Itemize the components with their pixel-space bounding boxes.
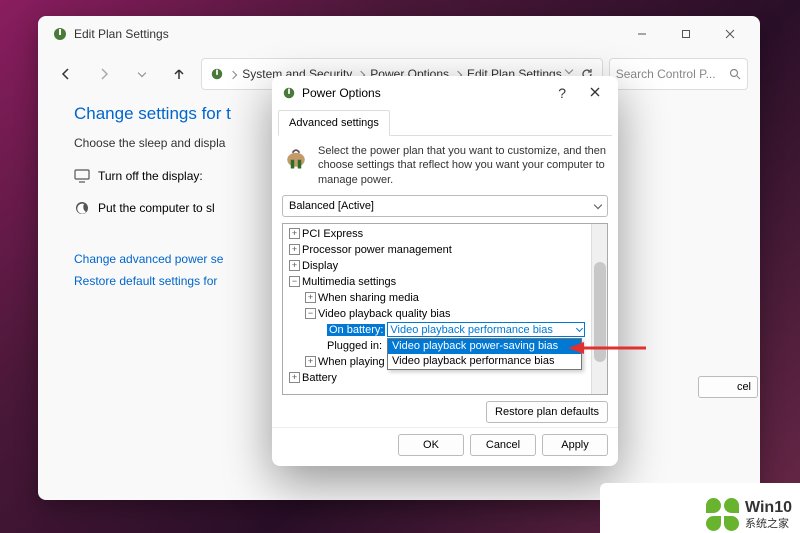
tree-when-playing[interactable]: When playing vi xyxy=(318,356,396,368)
dropdown-option[interactable]: Video playback power-saving bias xyxy=(388,339,581,354)
window-title: Edit Plan Settings xyxy=(74,27,169,41)
display-timeout-label: Turn off the display: xyxy=(98,169,203,183)
window-titlebar: Edit Plan Settings xyxy=(38,16,760,52)
annotation-arrow xyxy=(568,340,648,356)
cancel-button[interactable]: Cancel xyxy=(470,434,536,456)
dialog-body: Select the power plan that you want to c… xyxy=(272,136,618,427)
breadcrumb-dropdown[interactable] xyxy=(564,66,572,74)
sleep-icon xyxy=(74,200,90,216)
tree-sharing-media[interactable]: When sharing media xyxy=(318,292,419,304)
close-button[interactable] xyxy=(708,19,752,49)
help-button[interactable]: ? xyxy=(548,85,576,101)
on-battery-value: Video playback performance bias xyxy=(390,324,573,336)
power-plan-icon xyxy=(282,144,310,172)
tab-advanced-settings[interactable]: Advanced settings xyxy=(278,110,390,136)
expand-toggle[interactable]: + xyxy=(289,244,300,255)
expand-toggle[interactable]: + xyxy=(305,292,316,303)
on-battery-dropdown[interactable]: Video playback power-saving bias Video p… xyxy=(387,338,582,370)
chevron-down-icon xyxy=(576,325,583,332)
power-options-icon xyxy=(210,67,224,81)
search-input[interactable]: Search Control P... xyxy=(609,58,748,90)
dialog-titlebar: Power Options ? xyxy=(272,76,618,110)
display-icon xyxy=(74,168,90,184)
sleep-timeout-label: Put the computer to sl xyxy=(98,201,215,215)
expand-toggle[interactable]: + xyxy=(289,372,300,383)
tree-pci-express[interactable]: PCI Express xyxy=(302,228,363,240)
forward-button[interactable] xyxy=(88,58,120,90)
dialog-close-button[interactable] xyxy=(582,84,608,102)
apply-button[interactable]: Apply xyxy=(542,434,608,456)
plugged-in-label[interactable]: Plugged in: xyxy=(327,340,382,352)
plan-selected-value: Balanced [Active] xyxy=(289,200,374,212)
watermark: Win10 系统之家 xyxy=(706,498,792,531)
dropdown-option[interactable]: Video playback performance bias xyxy=(388,354,581,369)
power-options-icon xyxy=(282,86,296,100)
on-battery-label[interactable]: On battery: xyxy=(327,324,385,336)
expand-toggle[interactable]: + xyxy=(289,228,300,239)
dialog-title: Power Options xyxy=(302,86,381,100)
collapse-toggle[interactable]: − xyxy=(289,276,300,287)
ok-button[interactable]: OK xyxy=(398,434,464,456)
search-placeholder: Search Control P... xyxy=(616,67,725,81)
tree-scrollbar[interactable] xyxy=(591,224,607,394)
tree-video-bias[interactable]: Video playback quality bias xyxy=(318,308,451,320)
power-options-dialog: Power Options ? Advanced settings Select… xyxy=(272,76,618,466)
power-options-icon xyxy=(52,26,68,42)
maximize-button[interactable] xyxy=(664,19,708,49)
tree-display[interactable]: Display xyxy=(302,260,338,272)
recent-locations-button[interactable] xyxy=(126,58,158,90)
search-icon xyxy=(729,68,741,80)
watermark-text: Win10 系统之家 xyxy=(745,498,792,530)
plan-description: Select the power plan that you want to c… xyxy=(318,144,608,187)
up-button[interactable] xyxy=(163,58,195,90)
expand-toggle[interactable]: + xyxy=(289,260,300,271)
restore-defaults-button[interactable]: Restore plan defaults xyxy=(486,401,608,423)
collapse-toggle[interactable]: − xyxy=(305,308,316,319)
on-battery-select[interactable]: Video playback performance bias xyxy=(387,322,585,337)
settings-tree[interactable]: +PCI Express +Processor power management… xyxy=(282,223,608,395)
tree-multimedia[interactable]: Multimedia settings xyxy=(302,276,396,288)
expand-toggle[interactable]: + xyxy=(305,356,316,367)
chevron-down-icon xyxy=(594,201,602,209)
watermark-logo xyxy=(706,498,739,531)
power-plan-select[interactable]: Balanced [Active] xyxy=(282,195,608,217)
cancel-button-partial[interactable]: cel xyxy=(698,376,758,398)
minimize-button[interactable] xyxy=(620,19,664,49)
tree-battery[interactable]: Battery xyxy=(302,372,337,384)
tree-processor[interactable]: Processor power management xyxy=(302,244,452,256)
dialog-footer: OK Cancel Apply xyxy=(272,427,618,466)
dialog-tabs: Advanced settings xyxy=(278,110,612,136)
back-button[interactable] xyxy=(50,58,82,90)
